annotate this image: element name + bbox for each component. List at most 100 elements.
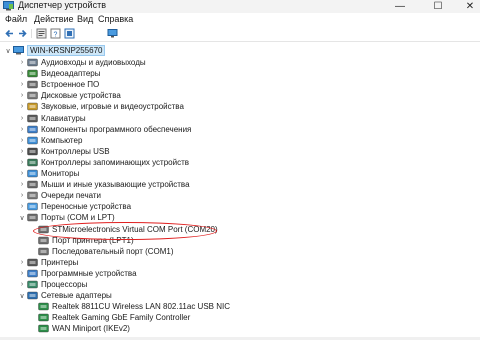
maximize-button[interactable]: ☐ — [423, 0, 453, 13]
scan-icon[interactable] — [64, 28, 75, 39]
tree-item-label: Realtek 8811CU Wireless LAN 802.11ac USB… — [52, 302, 230, 312]
software-device-icon — [27, 269, 38, 278]
tree-category-item[interactable]: Видеоадаптеры — [27, 68, 101, 79]
tree-item-label: Дисковые устройства — [41, 91, 121, 101]
chevron-down-icon[interactable]: ∨ — [4, 45, 12, 56]
tree-item-label: Клавиатуры — [41, 113, 86, 123]
tree-category-item[interactable]: Мониторы — [27, 168, 79, 179]
portable-device-icon — [27, 203, 38, 211]
tree-device-item[interactable]: Realtek Gaming GbE Family Controller — [38, 312, 190, 323]
tree-category-item[interactable]: Принтеры — [27, 257, 78, 268]
monitor-icon — [27, 169, 38, 178]
chevron-right-icon[interactable]: › — [18, 68, 26, 79]
menu-bar: Файл Действие Вид Справка — [0, 13, 480, 26]
tree-item-label: Контроллеры запоминающих устройств — [41, 157, 189, 167]
tree-item-label: Сетевые адаптеры — [41, 291, 112, 301]
chevron-right-icon[interactable]: › — [18, 190, 26, 201]
help-icon[interactable]: ? — [50, 28, 61, 39]
properties-icon[interactable] — [36, 28, 47, 39]
menu-help[interactable]: Справка — [98, 14, 133, 25]
tree-category-item[interactable]: Встроенное ПО — [27, 79, 99, 90]
disk-icon — [27, 92, 38, 100]
port-device-icon — [38, 247, 49, 255]
back-icon[interactable] — [4, 28, 15, 39]
window-title: Диспетчер устройств — [18, 0, 106, 10]
chevron-right-icon[interactable]: › — [18, 79, 26, 90]
usb-icon — [27, 147, 38, 155]
tree-category-item[interactable]: Сетевые адаптеры — [27, 290, 112, 301]
chevron-right-icon[interactable]: › — [18, 201, 26, 212]
chevron-right-icon[interactable]: › — [18, 124, 26, 135]
tree-category-item[interactable]: Процессоры — [27, 279, 87, 290]
tree-category-item[interactable]: Контроллеры запоминающих устройств — [27, 157, 189, 168]
tree-category-item[interactable]: Дисковые устройства — [27, 90, 121, 101]
close-icon: ✕ — [465, 1, 475, 12]
computer-icon — [13, 46, 24, 55]
device-manager-app-icon — [3, 1, 14, 11]
tree-item-label: Realtek Gaming GbE Family Controller — [52, 313, 191, 323]
processor-icon — [27, 280, 38, 289]
chevron-right-icon[interactable]: › — [18, 135, 26, 146]
network-adapter-icon — [27, 291, 38, 300]
minimize-icon: — — [395, 1, 405, 12]
tree-item-label: Переносные устройства — [41, 202, 132, 212]
chevron-right-icon[interactable]: › — [18, 279, 26, 290]
minimize-button[interactable]: — — [385, 0, 415, 13]
toolbar-separator — [31, 29, 32, 38]
svg-text:?: ? — [54, 32, 58, 39]
chevron-right-icon[interactable]: › — [18, 57, 26, 68]
title-bar: Диспетчер устройств — ☐ ✕ — [0, 0, 480, 13]
chevron-right-icon[interactable]: › — [18, 268, 26, 279]
tree-item-label: Встроенное ПО — [41, 80, 100, 90]
network-card-icon — [38, 302, 49, 311]
tree-category-item[interactable]: Аудиовходы и аудиовыходы — [27, 57, 146, 68]
chevron-right-icon[interactable]: › — [18, 168, 26, 179]
chevron-right-icon[interactable]: › — [18, 113, 26, 124]
chevron-down-icon[interactable]: ∨ — [18, 290, 26, 301]
tree-root[interactable]: WIN-KRSNP255670 — [13, 45, 106, 56]
software-component-icon — [27, 125, 38, 133]
close-button[interactable]: ✕ — [455, 0, 480, 13]
tree-category-item[interactable]: Очереди печати — [27, 190, 101, 201]
tree-device-item[interactable]: Realtek 8811CU Wireless LAN 802.11ac USB… — [38, 301, 230, 312]
tree-category-item[interactable]: Звуковые, игровые и видеоустройства — [27, 101, 184, 112]
sound-icon — [27, 103, 38, 111]
menu-view[interactable]: Вид — [77, 14, 93, 25]
tree-category-item[interactable]: Клавиатуры — [27, 113, 86, 124]
network-card-icon — [38, 325, 49, 333]
tree-category-item[interactable]: Компоненты программного обеспечения — [27, 124, 191, 135]
tree-item-label: Очереди печати — [41, 191, 102, 201]
tree-category-item[interactable]: Компьютер — [27, 135, 82, 146]
storage-controller-icon — [27, 158, 38, 167]
tree-device-item[interactable]: WAN Miniport (IKEv2) — [38, 323, 130, 334]
menu-file[interactable]: Файл — [5, 14, 27, 25]
tree-category-item[interactable]: Контроллеры USB — [27, 146, 110, 157]
tree-item-label: WAN Miniport (IKEv2) — [52, 324, 130, 334]
tree-item-label: Программные устройства — [41, 268, 137, 278]
chevron-right-icon[interactable]: › — [18, 90, 26, 101]
firmware-icon — [27, 80, 38, 89]
forward-icon[interactable] — [17, 28, 28, 39]
chevron-right-icon[interactable]: › — [18, 257, 26, 268]
tree-category-item[interactable]: Программные устройства — [27, 268, 137, 279]
tree-category-item[interactable]: Мыши и иные указывающие устройства — [27, 179, 190, 190]
tree-item-label: Принтеры — [41, 257, 79, 267]
display-adapter-icon — [27, 69, 38, 78]
chevron-down-icon[interactable]: ∨ — [18, 212, 26, 223]
chevron-right-icon[interactable]: › — [18, 146, 26, 157]
chevron-right-icon[interactable]: › — [18, 101, 26, 112]
port-icon — [27, 214, 38, 222]
tree-device-item[interactable]: Последовательный порт (COM1) — [38, 246, 174, 257]
chevron-right-icon[interactable]: › — [18, 179, 26, 190]
chevron-right-icon[interactable]: › — [18, 157, 26, 168]
device-tree[interactable]: ∨ WIN-KRSNP255670 › Аудиовходы и аудиовых… — [0, 43, 480, 340]
mouse-icon — [27, 180, 38, 189]
tree-item-label: Видеоадаптеры — [41, 69, 101, 79]
tree-category-item[interactable]: Переносные устройства — [27, 201, 131, 212]
tree-item-label: Компьютер — [41, 135, 83, 145]
monitor-icon[interactable] — [107, 28, 118, 39]
network-card-icon — [38, 314, 49, 322]
root-label: WIN-KRSNP255670 — [27, 45, 106, 56]
port-device-icon — [38, 236, 49, 244]
menu-action[interactable]: Действие — [34, 14, 74, 25]
